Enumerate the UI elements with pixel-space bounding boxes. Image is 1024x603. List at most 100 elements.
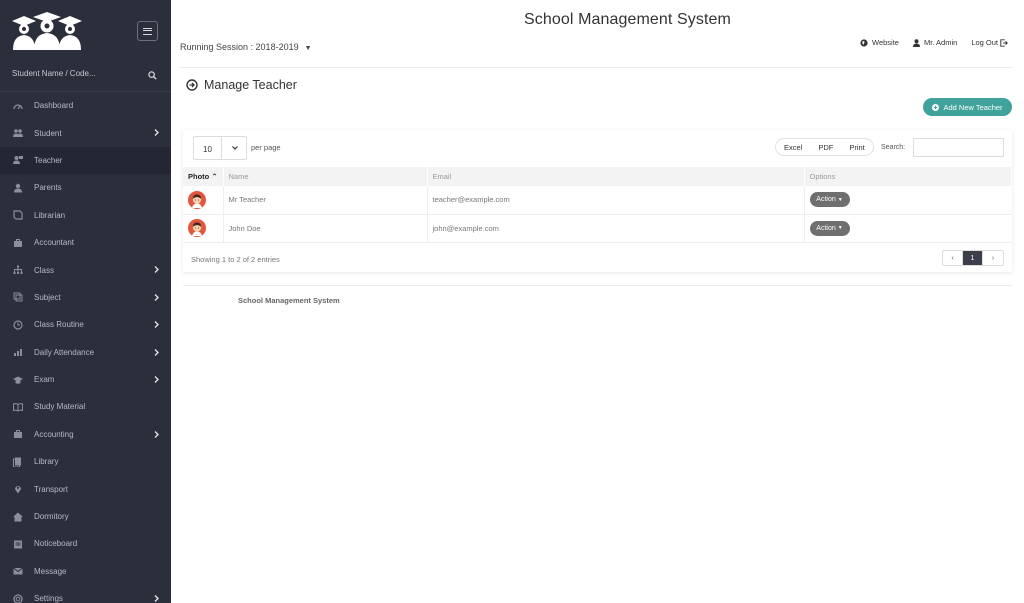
sidebar-item-label: Transport — [34, 484, 68, 494]
pagination-page-1[interactable]: 1 — [963, 251, 983, 265]
sidebar-item-transport[interactable]: Transport — [0, 475, 171, 502]
sidebar-item-dashboard[interactable]: Dashboard — [0, 92, 171, 119]
sidebar-item-label: Noticeboard — [34, 539, 78, 549]
sidebar-item-label: Class — [34, 265, 55, 275]
sidebar-item-noticeboard[interactable]: Noticeboard — [0, 530, 171, 557]
sidebar-item-exam[interactable]: Exam — [0, 366, 171, 393]
user-icon — [12, 183, 24, 193]
logout-link[interactable]: Log Out — [971, 38, 1008, 47]
sidebar-item-subject[interactable]: Subject — [0, 284, 171, 311]
per-page-label: per page — [251, 143, 281, 152]
search-icon[interactable] — [148, 71, 157, 80]
add-new-teacher-button[interactable]: Add New Teacher — [923, 98, 1012, 116]
caret-down-icon: ▼ — [837, 196, 843, 203]
pagination-prev-button[interactable]: ‹ — [943, 251, 963, 265]
files-icon — [12, 457, 24, 467]
sidebar-item-label: Parents — [34, 183, 62, 193]
table-row: John Doe john@example.com Action ▼ — [183, 214, 1012, 243]
website-link-label: Website — [872, 38, 899, 47]
bar-chart-icon — [12, 347, 24, 357]
sidebar-item-accountant[interactable]: Accountant — [0, 229, 171, 256]
logout-label: Log Out — [971, 38, 998, 47]
sidebar-item-student[interactable]: Student — [0, 119, 171, 146]
table-header-row: Photo ⌃ Name Email Options — [183, 167, 1012, 186]
chevron-right-icon — [154, 129, 160, 137]
column-header-photo[interactable]: Photo ⌃ — [183, 167, 224, 186]
sidebar-item-librarian[interactable]: Librarian — [0, 202, 171, 229]
header-divider — [180, 67, 1012, 68]
book-icon — [12, 210, 24, 220]
entries-info: Showing 1 to 2 of 2 entries — [191, 255, 280, 264]
sidebar-item-label: Accounting — [34, 429, 74, 439]
avatar — [188, 219, 223, 237]
options-cell: Action ▼ — [804, 214, 1012, 243]
sidebar-item-class-routine[interactable]: Class Routine — [0, 311, 171, 338]
top-links: Website Mr. Admin Log Out — [860, 38, 1008, 47]
photo-cell — [183, 186, 224, 215]
teacher-icon — [12, 155, 24, 165]
page-heading: Manage Teacher — [186, 78, 297, 92]
sidebar-item-study-material[interactable]: Study Material — [0, 393, 171, 420]
pagination: ‹ 1 › — [942, 250, 1004, 266]
column-header-name[interactable]: Name — [223, 167, 428, 186]
sidebar-nav: Dashboard Student Teacher Parents Librarian A… — [0, 92, 171, 603]
per-page-value: 10 — [203, 145, 212, 154]
table-search-input[interactable] — [913, 138, 1004, 157]
per-page-select[interactable]: 10 — [193, 136, 247, 160]
user-menu[interactable]: Mr. Admin — [912, 38, 957, 47]
logo-graduates-icon — [12, 12, 82, 50]
options-cell: Action ▼ — [804, 186, 1012, 215]
avatar — [188, 190, 223, 209]
app-title: School Management System — [524, 11, 731, 28]
action-dropdown-button[interactable]: Action ▼ — [809, 220, 850, 236]
student-search — [0, 60, 171, 92]
sidebar-item-label: Class Routine — [34, 320, 84, 330]
users-icon — [12, 128, 24, 138]
user-icon — [912, 38, 920, 47]
email-cell: teacher@example.com — [427, 186, 805, 215]
graduation-cap-icon — [12, 375, 24, 385]
table-row: Mr Teacher teacher@example.com Action ▼ — [183, 186, 1012, 215]
sidebar-item-settings[interactable]: Settings — [0, 585, 171, 603]
export-print-button[interactable]: Print — [841, 139, 872, 155]
sidebar-item-label: Dashboard — [34, 101, 74, 111]
chevron-right-icon — [154, 321, 160, 329]
teacher-table: Photo ⌃ Name Email Options Mr Teacher tea… — [183, 167, 1012, 243]
teacher-table-card: 10 per page Excel PDF Print Search: Phot… — [183, 130, 1012, 272]
sidebar-item-dormitory[interactable]: Dormitory — [0, 503, 171, 530]
chevron-right-icon — [154, 430, 160, 439]
sidebar-item-accounting[interactable]: Accounting — [0, 421, 171, 448]
website-link[interactable]: Website — [860, 38, 899, 47]
export-pdf-button[interactable]: PDF — [810, 139, 841, 155]
hamburger-icon — [143, 27, 152, 35]
sidebar-item-label: Library — [34, 457, 59, 467]
email-cell: john@example.com — [427, 214, 805, 243]
sidebar-item-class[interactable]: Class — [0, 256, 171, 283]
column-header-email[interactable]: Email — [427, 167, 805, 186]
sidebar-item-label: Teacher — [34, 155, 63, 165]
pagination-next-button[interactable]: › — [983, 251, 1003, 265]
plus-circle-icon — [932, 103, 940, 111]
photo-cell — [183, 214, 224, 243]
caret-down-icon: ▼ — [304, 45, 312, 52]
action-dropdown-button[interactable]: Action ▼ — [809, 192, 850, 208]
student-search-input[interactable] — [12, 69, 142, 78]
chevron-right-icon — [154, 375, 160, 384]
sidebar-item-parents[interactable]: Parents — [0, 174, 171, 201]
session-selector[interactable]: Running Session : 2018-2019 ▼ — [180, 42, 312, 52]
menu-toggle-button[interactable] — [137, 21, 158, 41]
lifebuoy-icon — [12, 594, 24, 603]
sort-asc-icon: ⌃ — [211, 172, 218, 181]
column-header-options[interactable]: Options — [804, 167, 1012, 186]
table-search-label: Search: — [881, 144, 906, 151]
sidebar-item-label: Message — [34, 566, 67, 576]
sidebar-item-message[interactable]: Message — [0, 558, 171, 585]
export-excel-button[interactable]: Excel — [776, 139, 810, 155]
envelope-icon — [12, 566, 24, 576]
sidebar-item-daily-attendance[interactable]: Daily Attendance — [0, 339, 171, 366]
chevron-right-icon — [154, 348, 160, 357]
sidebar-item-library[interactable]: Library — [0, 448, 171, 475]
sidebar-item-label: Settings — [34, 594, 63, 603]
sidebar-item-teacher[interactable]: Teacher — [0, 146, 171, 175]
clock-icon — [12, 320, 24, 330]
